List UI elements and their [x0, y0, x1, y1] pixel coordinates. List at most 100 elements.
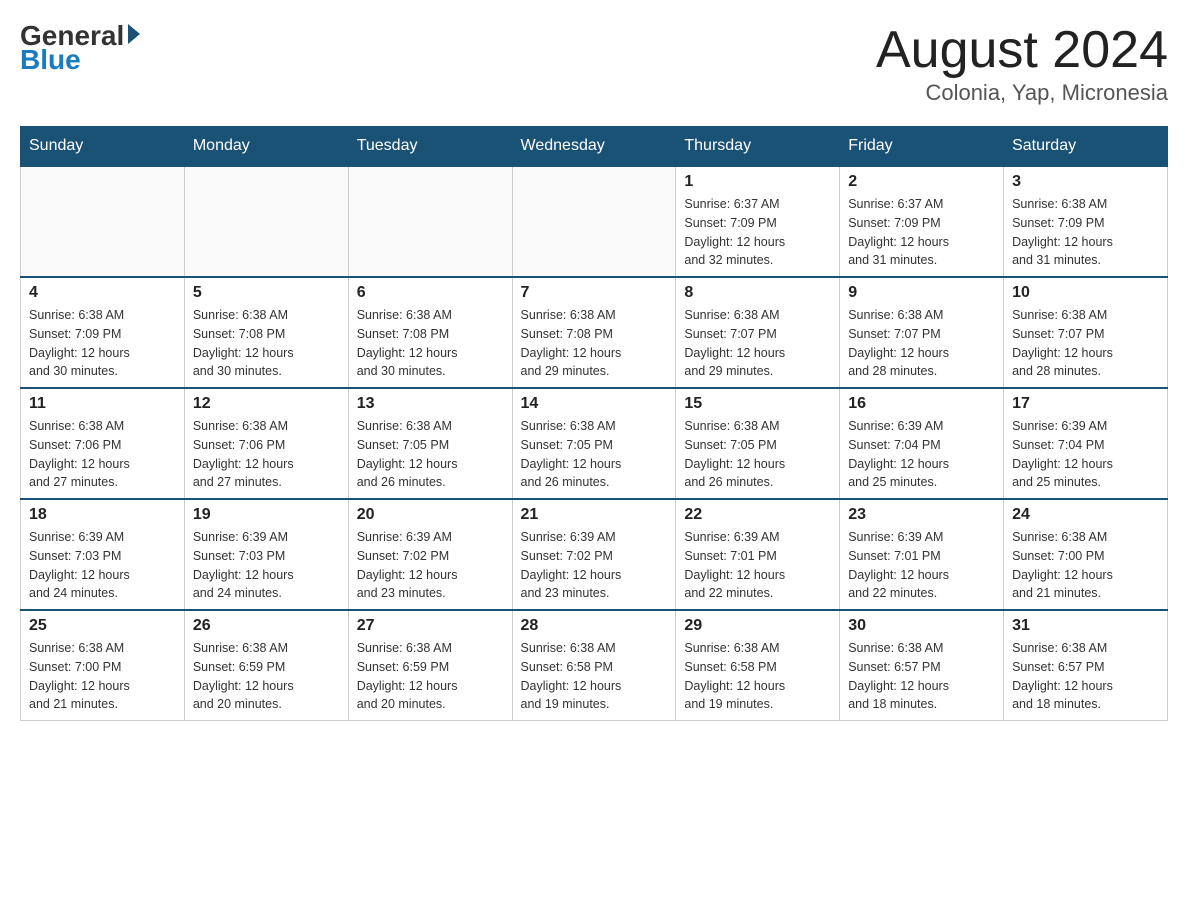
calendar-cell: 1 Sunrise: 6:37 AMSunset: 7:09 PMDaylight…	[676, 166, 840, 277]
calendar-cell: 28 Sunrise: 6:38 AMSunset: 6:58 PMDayligh…	[512, 610, 676, 721]
weekday-header-monday: Monday	[184, 127, 348, 167]
calendar-cell: 31Sunrise: 6:38 AMSunset: 6:57 PMDayligh…	[1004, 610, 1168, 721]
calendar-cell: 20Sunrise: 6:39 AMSunset: 7:02 PMDayligh…	[348, 499, 512, 610]
day-number: 16	[848, 395, 995, 413]
day-number: 24	[1012, 506, 1159, 524]
day-info: Sunrise: 6:38 AMSunset: 7:08 PMDaylight:…	[193, 306, 340, 381]
calendar-cell: 8Sunrise: 6:38 AMSunset: 7:07 PMDaylight…	[676, 277, 840, 388]
day-info: Sunrise: 6:38 AMSunset: 7:06 PMDaylight:…	[193, 417, 340, 492]
day-number: 13	[357, 395, 504, 413]
calendar-cell: 23 Sunrise: 6:39 AMSunset: 7:01 PMDayligh…	[840, 499, 1004, 610]
calendar-cell: 7 Sunrise: 6:38 AMSunset: 7:08 PMDaylight…	[512, 277, 676, 388]
day-number: 18	[29, 506, 176, 524]
day-number: 14	[521, 395, 668, 413]
day-number: 5	[193, 284, 340, 302]
day-info: Sunrise: 6:38 AMSunset: 6:57 PMDaylight:…	[1012, 639, 1159, 714]
calendar-cell: 18 Sunrise: 6:39 AMSunset: 7:03 PMDayligh…	[21, 499, 185, 610]
calendar-week-row: 18 Sunrise: 6:39 AMSunset: 7:03 PMDayligh…	[21, 499, 1168, 610]
calendar-cell: 19 Sunrise: 6:39 AMSunset: 7:03 PMDayligh…	[184, 499, 348, 610]
calendar-week-row: 11 Sunrise: 6:38 AMSunset: 7:06 PMDayligh…	[21, 388, 1168, 499]
calendar-cell: 5 Sunrise: 6:38 AMSunset: 7:08 PMDaylight…	[184, 277, 348, 388]
day-number: 1	[684, 173, 831, 191]
day-number: 10	[1012, 284, 1159, 302]
calendar-cell: 4 Sunrise: 6:38 AMSunset: 7:09 PMDaylight…	[21, 277, 185, 388]
day-number: 2	[848, 173, 995, 191]
day-number: 9	[848, 284, 995, 302]
day-info: Sunrise: 6:38 AMSunset: 7:00 PMDaylight:…	[1012, 528, 1159, 603]
weekday-header-thursday: Thursday	[676, 127, 840, 167]
calendar-cell: 16 Sunrise: 6:39 AMSunset: 7:04 PMDayligh…	[840, 388, 1004, 499]
calendar-cell: 24 Sunrise: 6:38 AMSunset: 7:00 PMDayligh…	[1004, 499, 1168, 610]
day-number: 21	[521, 506, 668, 524]
day-info: Sunrise: 6:38 AMSunset: 7:07 PMDaylight:…	[684, 306, 831, 381]
calendar-cell: 25 Sunrise: 6:38 AMSunset: 7:00 PMDayligh…	[21, 610, 185, 721]
day-number: 3	[1012, 173, 1159, 191]
page-header: General Blue August 2024 Colonia, Yap, M…	[20, 20, 1168, 106]
calendar-cell: 6 Sunrise: 6:38 AMSunset: 7:08 PMDaylight…	[348, 277, 512, 388]
day-number: 11	[29, 395, 176, 413]
day-info: Sunrise: 6:38 AMSunset: 7:08 PMDaylight:…	[521, 306, 668, 381]
calendar-cell: 13Sunrise: 6:38 AMSunset: 7:05 PMDayligh…	[348, 388, 512, 499]
calendar-week-row: 4 Sunrise: 6:38 AMSunset: 7:09 PMDaylight…	[21, 277, 1168, 388]
day-info: Sunrise: 6:39 AMSunset: 7:04 PMDaylight:…	[848, 417, 995, 492]
day-number: 6	[357, 284, 504, 302]
day-info: Sunrise: 6:38 AMSunset: 7:09 PMDaylight:…	[1012, 195, 1159, 270]
day-info: Sunrise: 6:39 AMSunset: 7:02 PMDaylight:…	[521, 528, 668, 603]
weekday-header-friday: Friday	[840, 127, 1004, 167]
day-info: Sunrise: 6:38 AMSunset: 7:05 PMDaylight:…	[684, 417, 831, 492]
day-info: Sunrise: 6:37 AMSunset: 7:09 PMDaylight:…	[684, 195, 831, 270]
calendar-cell: 21 Sunrise: 6:39 AMSunset: 7:02 PMDayligh…	[512, 499, 676, 610]
calendar-month-year: August 2024	[876, 20, 1168, 80]
calendar-cell	[184, 166, 348, 277]
day-info: Sunrise: 6:38 AMSunset: 6:57 PMDaylight:…	[848, 639, 995, 714]
day-number: 30	[848, 617, 995, 635]
day-number: 20	[357, 506, 504, 524]
day-number: 15	[684, 395, 831, 413]
day-number: 27	[357, 617, 504, 635]
day-info: Sunrise: 6:39 AMSunset: 7:03 PMDaylight:…	[193, 528, 340, 603]
day-info: Sunrise: 6:38 AMSunset: 7:06 PMDaylight:…	[29, 417, 176, 492]
day-number: 7	[521, 284, 668, 302]
calendar-cell	[348, 166, 512, 277]
calendar-cell: 17Sunrise: 6:39 AMSunset: 7:04 PMDayligh…	[1004, 388, 1168, 499]
day-info: Sunrise: 6:38 AMSunset: 6:59 PMDaylight:…	[193, 639, 340, 714]
day-info: Sunrise: 6:38 AMSunset: 7:00 PMDaylight:…	[29, 639, 176, 714]
day-info: Sunrise: 6:38 AMSunset: 7:05 PMDaylight:…	[521, 417, 668, 492]
calendar-table: SundayMondayTuesdayWednesdayThursdayFrid…	[20, 126, 1168, 721]
day-number: 4	[29, 284, 176, 302]
day-info: Sunrise: 6:37 AMSunset: 7:09 PMDaylight:…	[848, 195, 995, 270]
calendar-cell: 10 Sunrise: 6:38 AMSunset: 7:07 PMDayligh…	[1004, 277, 1168, 388]
calendar-cell	[512, 166, 676, 277]
weekday-header-saturday: Saturday	[1004, 127, 1168, 167]
weekday-header-sunday: Sunday	[21, 127, 185, 167]
logo: General Blue	[20, 20, 140, 76]
day-info: Sunrise: 6:38 AMSunset: 7:07 PMDaylight:…	[1012, 306, 1159, 381]
calendar-header-row: SundayMondayTuesdayWednesdayThursdayFrid…	[21, 127, 1168, 167]
logo-arrow-icon	[128, 24, 140, 44]
day-number: 17	[1012, 395, 1159, 413]
day-info: Sunrise: 6:38 AMSunset: 7:07 PMDaylight:…	[848, 306, 995, 381]
day-info: Sunrise: 6:38 AMSunset: 6:58 PMDaylight:…	[521, 639, 668, 714]
calendar-cell: 14 Sunrise: 6:38 AMSunset: 7:05 PMDayligh…	[512, 388, 676, 499]
day-info: Sunrise: 6:38 AMSunset: 7:09 PMDaylight:…	[29, 306, 176, 381]
calendar-cell: 15 Sunrise: 6:38 AMSunset: 7:05 PMDayligh…	[676, 388, 840, 499]
day-info: Sunrise: 6:38 AMSunset: 7:08 PMDaylight:…	[357, 306, 504, 381]
day-number: 25	[29, 617, 176, 635]
day-info: Sunrise: 6:39 AMSunset: 7:01 PMDaylight:…	[684, 528, 831, 603]
calendar-week-row: 1 Sunrise: 6:37 AMSunset: 7:09 PMDaylight…	[21, 166, 1168, 277]
day-number: 22	[684, 506, 831, 524]
day-number: 28	[521, 617, 668, 635]
calendar-title-block: August 2024 Colonia, Yap, Micronesia	[876, 20, 1168, 106]
calendar-cell: 11 Sunrise: 6:38 AMSunset: 7:06 PMDayligh…	[21, 388, 185, 499]
logo-blue-text: Blue	[20, 44, 81, 76]
day-number: 29	[684, 617, 831, 635]
calendar-cell: 27Sunrise: 6:38 AMSunset: 6:59 PMDayligh…	[348, 610, 512, 721]
day-info: Sunrise: 6:38 AMSunset: 6:58 PMDaylight:…	[684, 639, 831, 714]
calendar-week-row: 25 Sunrise: 6:38 AMSunset: 7:00 PMDayligh…	[21, 610, 1168, 721]
day-number: 19	[193, 506, 340, 524]
day-number: 23	[848, 506, 995, 524]
day-info: Sunrise: 6:39 AMSunset: 7:01 PMDaylight:…	[848, 528, 995, 603]
day-info: Sunrise: 6:39 AMSunset: 7:03 PMDaylight:…	[29, 528, 176, 603]
day-number: 12	[193, 395, 340, 413]
calendar-cell	[21, 166, 185, 277]
